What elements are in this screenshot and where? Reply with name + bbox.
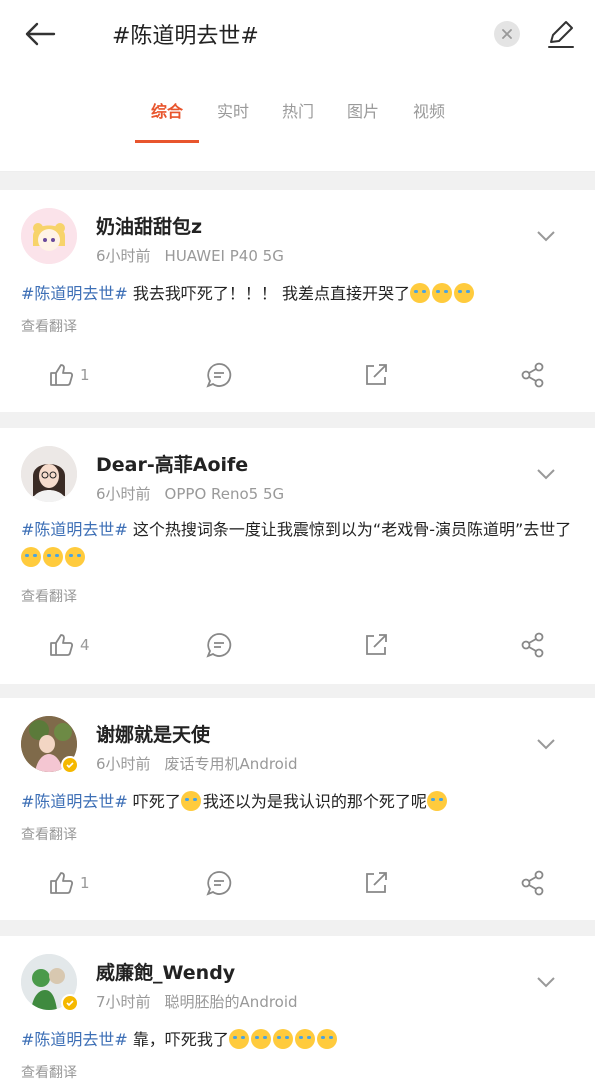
post-time: 6小时前 — [96, 755, 151, 773]
chevron-down-icon[interactable] — [534, 224, 558, 248]
translate-link[interactable]: 查看翻译 — [21, 824, 77, 844]
share-icon — [521, 632, 544, 658]
username[interactable]: 奶油甜甜包z — [96, 212, 202, 239]
translate-link[interactable]: 查看翻译 — [21, 1062, 77, 1080]
like-button[interactable]: 1 — [48, 355, 90, 395]
avatar[interactable] — [21, 446, 77, 502]
thumbs-up-icon — [50, 634, 74, 656]
laugh-cry-emoji-icon — [426, 791, 447, 811]
username[interactable]: 威廉飽_Wendy — [96, 958, 235, 985]
hashtag-link[interactable]: #陈道明去世# — [21, 284, 128, 303]
crying-emoji-icon — [410, 283, 476, 303]
repost-icon — [366, 364, 387, 385]
post-text: 靠，吓死我了 — [127, 1030, 229, 1049]
comment-button[interactable] — [206, 625, 232, 665]
post-text: 吓死了 — [127, 792, 181, 811]
laugh-cry-emoji-icon — [21, 547, 87, 567]
filter-tabs: 综合 实时 热门 图片 视频 — [0, 68, 595, 146]
like-button[interactable]: 1 — [48, 863, 90, 903]
tab-realtime[interactable]: 实时 — [217, 98, 249, 122]
tab-images[interactable]: 图片 — [347, 98, 379, 122]
share-icon — [521, 870, 544, 896]
tab-hot[interactable]: 热门 — [282, 98, 314, 122]
pencil-edit-icon — [548, 21, 574, 48]
like-count: 1 — [80, 874, 90, 892]
repost-button[interactable] — [363, 625, 389, 665]
thumbs-up-icon — [50, 872, 74, 894]
chevron-down-icon[interactable] — [534, 970, 558, 994]
post-content: #陈道明去世# 这个热搜词条一度让我震惊到以为“老戏骨-演员陈道明”去世了 — [21, 516, 577, 572]
username[interactable]: 谢娜就是天使 — [96, 720, 210, 747]
scrolled-card-edge — [0, 146, 595, 172]
avatar[interactable] — [21, 208, 77, 264]
post-card: 威廉飽_Wendy 7小时前 聪明胚胎的Android #陈道明去世# 靠，吓死我… — [0, 936, 595, 1080]
translate-link[interactable]: 查看翻译 — [21, 316, 77, 336]
thumbs-up-icon — [50, 364, 74, 386]
sweat-emoji-icon — [228, 1029, 339, 1049]
comment-button[interactable] — [206, 863, 232, 903]
post-time: 6小时前 — [96, 247, 151, 265]
arrow-left-icon — [25, 22, 56, 46]
post-text-continued: 我还以为是我认识的那个死了呢 — [202, 792, 427, 811]
post-meta: 7小时前 聪明胚胎的Android — [96, 991, 298, 1012]
compose-button[interactable] — [543, 16, 579, 52]
post-text: 我去我吓死了！！！ 我差点直接开哭了 — [127, 284, 411, 303]
post-text: 这个热搜词条一度让我震惊到以为“老戏骨-演员陈道明”去世了 — [127, 520, 572, 539]
share-button[interactable] — [520, 863, 546, 903]
comment-icon — [206, 363, 232, 388]
like-count: 4 — [80, 636, 90, 654]
repost-icon — [366, 872, 387, 893]
like-button[interactable]: 4 — [48, 625, 90, 665]
post-actions: 4 — [0, 625, 595, 665]
verified-badge-icon — [61, 994, 79, 1012]
search-header: #陈道明去世# — [0, 0, 595, 68]
post-device: 聪明胚胎的Android — [164, 993, 298, 1011]
post-meta: 6小时前 废话专用机Android — [96, 753, 298, 774]
translate-link[interactable]: 查看翻译 — [21, 586, 77, 606]
post-device: 废话专用机Android — [164, 755, 298, 773]
share-icon — [521, 362, 544, 388]
tab-comprehensive[interactable]: 综合 — [151, 98, 183, 122]
comment-icon — [206, 633, 232, 658]
username[interactable]: Dear-高菲Aoife — [96, 450, 248, 477]
share-button[interactable] — [520, 625, 546, 665]
verified-badge-icon — [61, 756, 79, 774]
chevron-down-icon[interactable] — [534, 732, 558, 756]
post-content: #陈道明去世# 我去我吓死了！！！ 我差点直接开哭了 — [21, 280, 577, 308]
active-tab-indicator — [135, 140, 199, 143]
hashtag-link[interactable]: #陈道明去世# — [21, 1030, 128, 1049]
clear-search-button[interactable] — [494, 21, 520, 47]
clear-icon — [502, 29, 512, 39]
share-button[interactable] — [520, 355, 546, 395]
repost-button[interactable] — [363, 863, 389, 903]
chevron-down-icon[interactable] — [534, 462, 558, 486]
comment-button[interactable] — [206, 355, 232, 395]
post-meta: 6小时前 OPPO Reno5 5G — [96, 483, 284, 504]
post-content: #陈道明去世# 靠，吓死我了 — [21, 1026, 577, 1054]
laugh-cry-emoji-icon — [180, 791, 201, 811]
post-card: 奶油甜甜包z 6小时前 HUAWEI P40 5G #陈道明去世# 我去我吓死了！… — [0, 190, 595, 412]
post-meta: 6小时前 HUAWEI P40 5G — [96, 245, 284, 266]
repost-icon — [366, 634, 387, 655]
post-card: Dear-高菲Aoife 6小时前 OPPO Reno5 5G #陈道明去世# 这… — [0, 428, 595, 684]
repost-button[interactable] — [363, 355, 389, 395]
back-button[interactable] — [22, 16, 58, 52]
post-card: 谢娜就是天使 6小时前 废话专用机Android #陈道明去世# 吓死了 我还以为是… — [0, 698, 595, 920]
post-content: #陈道明去世# 吓死了 我还以为是我认识的那个死了呢 — [21, 788, 577, 816]
comment-icon — [206, 871, 232, 896]
post-device: HUAWEI P40 5G — [164, 247, 284, 265]
search-query-text[interactable]: #陈道明去世# — [112, 18, 259, 50]
post-actions: 1 — [0, 355, 595, 395]
hashtag-link[interactable]: #陈道明去世# — [21, 520, 128, 539]
post-actions: 1 — [0, 863, 595, 903]
like-count: 1 — [80, 366, 90, 384]
tab-videos[interactable]: 视频 — [413, 98, 445, 122]
hashtag-link[interactable]: #陈道明去世# — [21, 792, 128, 811]
post-device: OPPO Reno5 5G — [164, 485, 285, 503]
post-time: 7小时前 — [96, 993, 151, 1011]
post-time: 6小时前 — [96, 485, 151, 503]
